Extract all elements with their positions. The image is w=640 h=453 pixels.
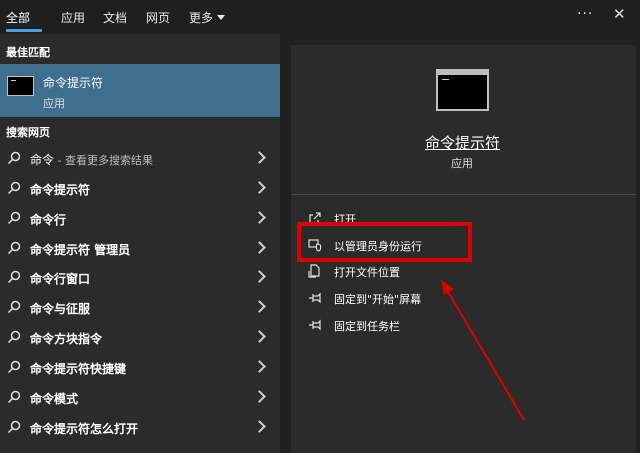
annotation-arrow [441,280,525,421]
